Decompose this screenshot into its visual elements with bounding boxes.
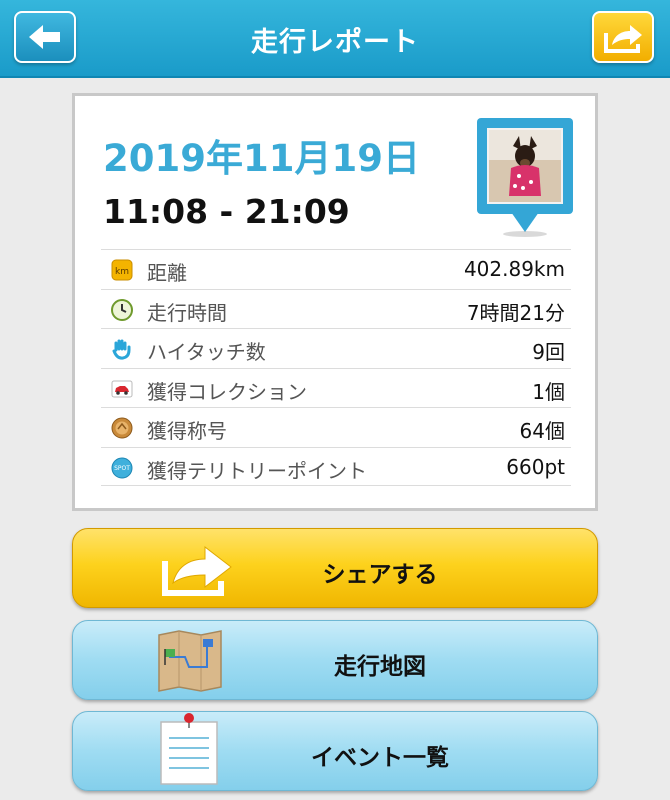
stat-value: 660pt bbox=[506, 454, 565, 479]
stat-label: 走行時間 bbox=[147, 300, 227, 325]
share-icon bbox=[162, 545, 232, 596]
report-time-range: 11:08 - 21:09 bbox=[103, 192, 350, 231]
share-button[interactable]: シェアする bbox=[72, 528, 598, 608]
stat-label: ハイタッチ数 bbox=[147, 340, 266, 364]
stat-value: 9回 bbox=[532, 340, 565, 364]
spot-icon: SPOT bbox=[111, 457, 133, 478]
stat-label: 獲得コレクション bbox=[147, 379, 307, 404]
stat-label: 獲得称号 bbox=[147, 419, 227, 443]
event-list-button[interactable]: イベント一覧 bbox=[72, 711, 598, 791]
share-icon bbox=[604, 25, 642, 53]
map-icon bbox=[158, 630, 222, 692]
report-date: 2019年11月19日 bbox=[103, 137, 420, 180]
event-list-button-label: イベント一覧 bbox=[311, 745, 449, 771]
report-card: 2019年11月19日 11:08 - 21:09 km 距離 402.89km bbox=[72, 93, 598, 511]
drive-map-button[interactable]: 走行地図 bbox=[72, 620, 598, 700]
stat-row-territory-points: SPOT 獲得テリトリーポイント 660pt bbox=[101, 446, 571, 486]
hi-touch-hand-icon bbox=[112, 339, 131, 360]
stat-value: 1個 bbox=[532, 379, 565, 404]
stats-list: km 距離 402.89km 走行時間 7時間21分 ハイタッチ数 9回 獲得コ… bbox=[101, 249, 571, 486]
km-icon: km bbox=[111, 259, 133, 281]
stat-label: 獲得テリトリーポイント bbox=[147, 458, 367, 483]
page-title: 走行レポート bbox=[251, 27, 419, 58]
stat-row-collection: 獲得コレクション 1個 bbox=[101, 367, 571, 408]
memo-icon bbox=[160, 713, 218, 785]
stat-row-titles: 獲得称号 64個 bbox=[101, 407, 571, 447]
svg-text:SPOT: SPOT bbox=[114, 465, 130, 472]
stat-value: 7時間21分 bbox=[466, 300, 565, 325]
drive-map-button-label: 走行地図 bbox=[334, 654, 426, 680]
stat-label: 距離 bbox=[147, 261, 187, 285]
stat-row-distance: km 距離 402.89km bbox=[101, 249, 571, 289]
header-bar: 走行レポート bbox=[0, 0, 670, 78]
share-button-label: シェアする bbox=[322, 562, 438, 588]
title-medal-icon bbox=[111, 417, 133, 439]
car-collection-icon bbox=[111, 380, 133, 397]
svg-text:km: km bbox=[115, 267, 129, 277]
share-top-button[interactable] bbox=[592, 11, 654, 63]
clock-icon bbox=[111, 298, 133, 321]
stat-value: 64個 bbox=[519, 419, 565, 443]
stat-row-hi-touch: ハイタッチ数 9回 bbox=[101, 328, 571, 368]
profile-photo-pin[interactable] bbox=[475, 116, 575, 238]
stat-value: 402.89km bbox=[463, 257, 565, 281]
stat-row-drive-time: 走行時間 7時間21分 bbox=[101, 288, 571, 329]
